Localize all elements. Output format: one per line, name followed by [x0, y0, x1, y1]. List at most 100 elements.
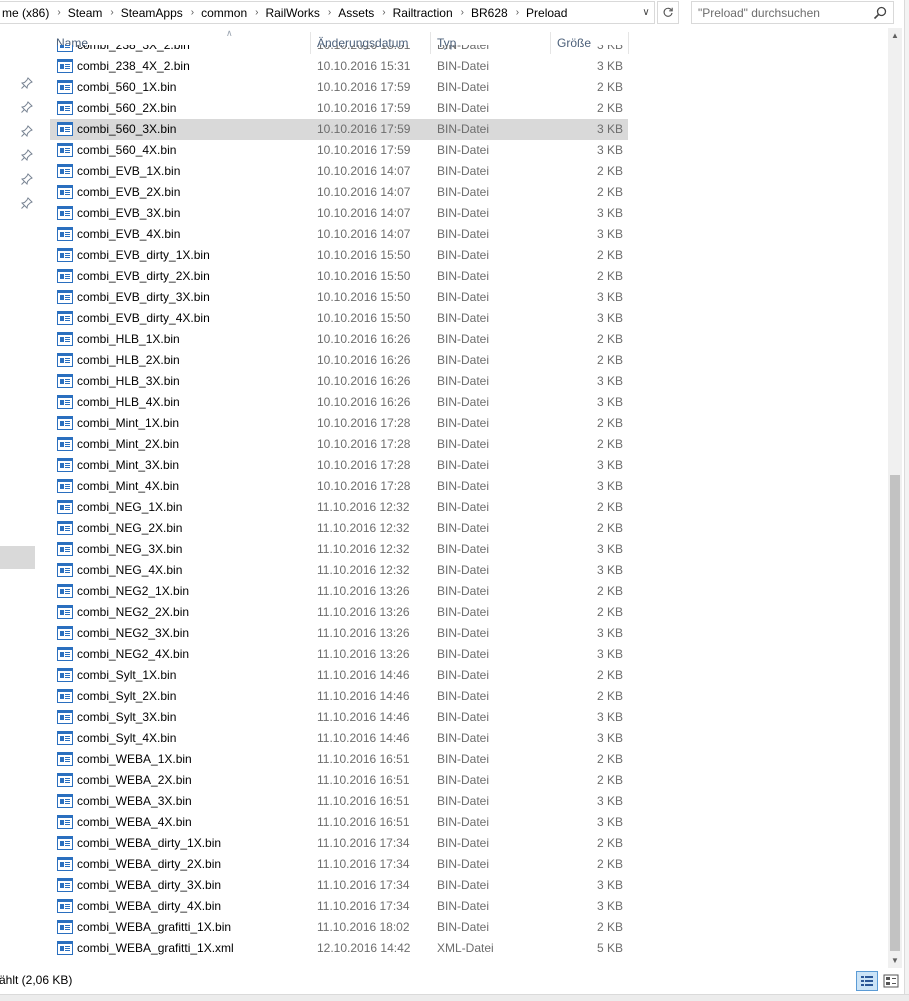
file-row[interactable]: combi_238_4X_2.bin 10.10.2016 15:31 BIN-Da… — [50, 56, 628, 77]
breadcrumb-item[interactable]: Assets — [335, 6, 376, 20]
file-row[interactable]: combi_EVB_dirty_3X.bin 10.10.2016 15:50 BI… — [50, 287, 628, 308]
file-row[interactable]: combi_EVB_1X.bin 10.10.2016 14:07 BIN-Date… — [50, 161, 628, 182]
file-row[interactable]: combi_Mint_4X.bin 10.10.2016 17:28 BIN-Dat… — [50, 476, 628, 497]
file-size: 2 KB — [596, 668, 623, 682]
file-row[interactable]: combi_EVB_dirty_1X.bin 10.10.2016 15:50 BI… — [50, 245, 628, 266]
vertical-scrollbar[interactable]: ▲ ▼ — [888, 28, 902, 968]
file-row[interactable]: combi_WEBA_grafitti_1X.bin 11.10.2016 18:… — [50, 917, 628, 938]
breadcrumb-item[interactable]: Railtraction — [390, 6, 455, 20]
file-row[interactable]: combi_EVB_dirty_2X.bin 10.10.2016 15:50 BI… — [50, 266, 628, 287]
file-row[interactable]: combi_WEBA_dirty_3X.bin 11.10.2016 17:34 B… — [50, 875, 628, 896]
file-size: 2 KB — [596, 332, 623, 346]
file-row[interactable]: combi_WEBA_4X.bin 11.10.2016 16:51 BIN-Dat… — [50, 812, 628, 833]
file-name: combi_NEG_2X.bin — [77, 521, 183, 535]
file-row[interactable]: combi_NEG2_4X.bin 11.10.2016 13:26 BIN-Dat… — [50, 644, 628, 665]
chevron-right-icon[interactable]: › — [510, 7, 523, 18]
pin-icon[interactable] — [21, 173, 33, 185]
file-row[interactable]: combi_HLB_2X.bin 10.10.2016 16:26 BIN-Date… — [50, 350, 628, 371]
breadcrumb-item[interactable]: SteamApps — [118, 6, 185, 20]
file-row[interactable]: combi_NEG_4X.bin 11.10.2016 12:32 BIN-Date… — [50, 560, 628, 581]
file-row[interactable]: combi_238_3X_2.bin 10.10.2016 15:31 BIN-Da… — [50, 45, 628, 56]
file-row[interactable]: combi_WEBA_3X.bin 11.10.2016 16:51 BIN-Dat… — [50, 791, 628, 812]
file-row[interactable]: combi_Sylt_4X.bin 11.10.2016 14:46 BIN-Dat… — [50, 728, 628, 749]
search-icon[interactable] — [873, 6, 887, 20]
file-name: combi_NEG_4X.bin — [77, 563, 183, 577]
file-size: 3 KB — [596, 206, 623, 220]
tiles-view-button[interactable] — [880, 971, 902, 991]
file-row[interactable]: combi_EVB_2X.bin 10.10.2016 14:07 BIN-Date… — [50, 182, 628, 203]
chevron-right-icon[interactable]: › — [249, 7, 262, 18]
file-row[interactable]: combi_560_3X.bin 10.10.2016 17:59 BIN-Date… — [50, 119, 628, 140]
search-box[interactable] — [691, 1, 894, 24]
file-row[interactable]: combi_WEBA_dirty_1X.bin 11.10.2016 17:34 B… — [50, 833, 628, 854]
breadcrumb-item[interactable]: Steam — [65, 6, 105, 20]
chevron-right-icon[interactable]: › — [322, 7, 335, 18]
file-row[interactable]: combi_NEG2_2X.bin 11.10.2016 13:26 BIN-Dat… — [50, 602, 628, 623]
refresh-button[interactable] — [657, 1, 679, 24]
file-row[interactable]: combi_WEBA_grafitti_1X.xml 12.10.2016 14:… — [50, 938, 628, 959]
file-name: combi_Sylt_2X.bin — [77, 689, 177, 703]
file-type: BIN-Datei — [437, 395, 490, 409]
file-row[interactable]: combi_NEG2_1X.bin 11.10.2016 13:26 BIN-Dat… — [50, 581, 628, 602]
file-row[interactable]: combi_560_1X.bin 10.10.2016 17:59 BIN-Date… — [50, 77, 628, 98]
nav-item-selected[interactable] — [0, 546, 35, 569]
file-row[interactable]: combi_WEBA_1X.bin 11.10.2016 16:51 BIN-Dat… — [50, 749, 628, 770]
breadcrumb-item[interactable]: BR628 — [468, 6, 510, 20]
file-row[interactable]: combi_EVB_dirty_4X.bin 10.10.2016 15:50 BI… — [50, 308, 628, 329]
file-row[interactable]: combi_Mint_2X.bin 10.10.2016 17:28 BIN-Dat… — [50, 434, 628, 455]
pin-icon[interactable] — [21, 101, 33, 113]
file-row[interactable]: combi_Mint_3X.bin 10.10.2016 17:28 BIN-Dat… — [50, 455, 628, 476]
file-type: BIN-Datei — [437, 458, 490, 472]
file-row[interactable]: combi_WEBA_dirty_2X.bin 11.10.2016 17:34 B… — [50, 854, 628, 875]
file-row[interactable]: combi_Sylt_3X.bin 11.10.2016 14:46 BIN-Dat… — [50, 707, 628, 728]
file-date: 10.10.2016 16:26 — [317, 395, 411, 409]
file-row[interactable]: combi_HLB_1X.bin 10.10.2016 16:26 BIN-Date… — [50, 329, 628, 350]
file-row[interactable]: combi_WEBA_2X.bin 11.10.2016 16:51 BIN-Dat… — [50, 770, 628, 791]
chevron-right-icon[interactable]: › — [104, 7, 117, 18]
file-type: BIN-Datei — [437, 899, 490, 913]
breadcrumb-item[interactable]: common — [198, 6, 249, 20]
file-row[interactable]: combi_HLB_3X.bin 10.10.2016 16:26 BIN-Date… — [50, 371, 628, 392]
file-row[interactable]: combi_Mint_1X.bin 10.10.2016 17:28 BIN-Dat… — [50, 413, 628, 434]
file-row[interactable]: combi_NEG_1X.bin 11.10.2016 12:32 BIN-Date… — [50, 497, 628, 518]
chevron-right-icon[interactable]: › — [455, 7, 468, 18]
scroll-up-icon[interactable]: ▲ — [888, 28, 902, 43]
pin-icon[interactable] — [21, 197, 33, 209]
details-view-button[interactable] — [856, 971, 878, 991]
address-bar[interactable]: me (x86) › Steam › SteamApps › common › RailWork… — [0, 1, 655, 24]
pin-icon[interactable] — [21, 149, 33, 161]
file-row[interactable]: combi_560_2X.bin 10.10.2016 17:59 BIN-Date… — [50, 98, 628, 119]
toolbar: me (x86) › Steam › SteamApps › common › RailWork… — [0, 0, 909, 26]
file-row[interactable]: combi_Sylt_1X.bin 11.10.2016 14:46 BIN-Dat… — [50, 665, 628, 686]
chevron-right-icon[interactable]: › — [185, 7, 198, 18]
chevron-down-icon[interactable]: ∨ — [638, 3, 654, 22]
chevron-right-icon[interactable]: › — [376, 7, 389, 18]
file-type: BIN-Datei — [437, 374, 490, 388]
file-name: combi_NEG2_4X.bin — [77, 647, 190, 661]
breadcrumb-item[interactable]: Preload — [523, 6, 569, 20]
breadcrumb-item[interactable]: me (x86) — [0, 6, 51, 20]
file-type: BIN-Datei — [437, 920, 490, 934]
file-row[interactable]: combi_NEG_3X.bin 11.10.2016 12:32 BIN-Date… — [50, 539, 628, 560]
file-row[interactable]: combi_NEG_2X.bin 11.10.2016 12:32 BIN-Date… — [50, 518, 628, 539]
file-row[interactable]: combi_560_4X.bin 10.10.2016 17:59 BIN-Date… — [50, 140, 628, 161]
file-icon — [57, 101, 73, 115]
file-row[interactable]: combi_WEBA_dirty_4X.bin 11.10.2016 17:34 B… — [50, 896, 628, 917]
file-row[interactable]: combi_NEG2_3X.bin 11.10.2016 13:26 BIN-Dat… — [50, 623, 628, 644]
search-input[interactable] — [698, 5, 868, 20]
file-icon — [57, 311, 73, 325]
breadcrumb-item[interactable]: RailWorks — [262, 6, 321, 20]
scroll-down-icon[interactable]: ▼ — [888, 953, 902, 968]
pin-icon[interactable] — [21, 77, 33, 89]
file-size: 3 KB — [596, 374, 623, 388]
scrollbar-thumb[interactable] — [890, 475, 900, 951]
file-row[interactable]: combi_Sylt_2X.bin 11.10.2016 14:46 BIN-Dat… — [50, 686, 628, 707]
chevron-right-icon[interactable]: › — [51, 7, 64, 18]
file-row[interactable]: combi_EVB_3X.bin 10.10.2016 14:07 BIN-Date… — [50, 203, 628, 224]
file-type: BIN-Datei — [437, 500, 490, 514]
pin-icon[interactable] — [21, 125, 33, 137]
file-row[interactable]: combi_HLB_4X.bin 10.10.2016 16:26 BIN-Date… — [50, 392, 628, 413]
file-row[interactable]: combi_EVB_4X.bin 10.10.2016 14:07 BIN-Date… — [50, 224, 628, 245]
file-name: combi_Sylt_1X.bin — [77, 668, 177, 682]
file-size: 3 KB — [596, 710, 623, 724]
